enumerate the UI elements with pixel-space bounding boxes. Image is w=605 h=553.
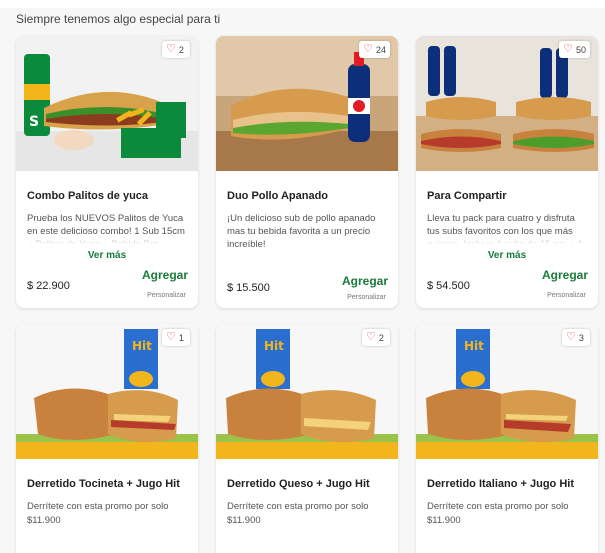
heart-outline-icon: ♡ — [566, 331, 576, 343]
product-description: Prueba los NUEVOS Palitos de Yuca en est… — [27, 212, 189, 244]
promo-price: $11.900 — [27, 515, 61, 526]
heart-outline-icon: ♡ — [563, 43, 573, 55]
customize-link[interactable]: Personalizar — [347, 294, 386, 301]
see-more-link[interactable]: Ver más — [16, 250, 198, 261]
product-name: Derretido Queso + Jugo Hit — [227, 478, 370, 490]
svg-text:Hit: Hit — [264, 339, 284, 353]
likes-count: 24 — [375, 44, 386, 55]
customize-link[interactable]: Personalizar — [147, 292, 186, 299]
product-card-derretido-tocineta[interactable]: Hit ♡ 1 Derretido Tocineta + Jugo Hit De… — [16, 324, 198, 553]
promo-price: $11.900 — [427, 515, 461, 526]
svg-text:S: S — [29, 114, 39, 130]
section-title: Siempre tenemos algo especial para ti — [16, 12, 221, 26]
product-card-derretido-queso[interactable]: Hit ♡ 2 Derretido Queso + Jugo Hit Derrí… — [216, 324, 398, 553]
product-name: Derretido Tocineta + Jugo Hit — [27, 478, 180, 490]
product-description: Derrítete con esta promo por solo — [27, 501, 169, 512]
likes-count: 2 — [378, 332, 384, 343]
favorite-button[interactable]: ♡ 2 — [362, 329, 390, 346]
top-strip — [0, 0, 605, 8]
product-card-derretido-italiano[interactable]: Hit ♡ 3 Derretido Italiano + Jugo Hit De… — [416, 324, 598, 553]
product-price: $ 22.900 — [27, 280, 70, 292]
product-name: Duo Pollo Apanado — [227, 190, 329, 202]
favorite-button[interactable]: ♡ 24 — [359, 41, 390, 58]
favorite-button[interactable]: ♡ 3 — [562, 329, 590, 346]
likes-count: 3 — [578, 332, 584, 343]
favorite-button[interactable]: ♡ 2 — [162, 41, 190, 58]
product-description: Derrítete con esta promo por solo — [227, 501, 369, 512]
product-card-duo-pollo[interactable]: ♡ 24 Duo Pollo Apanado ¡Un delicioso sub… — [216, 36, 398, 308]
add-button[interactable]: Agregar — [142, 268, 188, 282]
favorite-button[interactable]: ♡ 50 — [559, 41, 590, 58]
likes-count: 2 — [178, 44, 184, 55]
heart-outline-icon: ♡ — [366, 331, 376, 343]
svg-text:Hit: Hit — [132, 339, 152, 353]
svg-text:Hit: Hit — [464, 339, 484, 353]
likes-count: 1 — [178, 332, 184, 343]
heart-outline-icon: ♡ — [363, 43, 373, 55]
add-button[interactable]: Agregar — [542, 268, 588, 282]
product-description: ¡Un delicioso sub de pollo apanado mas t… — [227, 213, 376, 250]
product-name: Combo Palitos de yuca — [27, 190, 149, 202]
heart-outline-icon: ♡ — [166, 43, 176, 55]
customize-link[interactable]: Personalizar — [547, 292, 586, 299]
product-price: $ 15.500 — [227, 282, 270, 294]
product-description: Derrítete con esta promo por solo — [427, 501, 569, 512]
add-button[interactable]: Agregar — [342, 274, 388, 288]
product-name: Derretido Italiano + Jugo Hit — [427, 478, 574, 490]
see-more-link[interactable]: Ver más — [416, 250, 598, 261]
product-card-para-compartir[interactable]: ♡ 50 Para Compartir Lleva tu pack para c… — [416, 36, 598, 308]
favorite-button[interactable]: ♡ 1 — [162, 329, 190, 346]
product-description: Lleva tu pack para cuatro y disfruta tus… — [427, 212, 589, 244]
product-name: Para Compartir — [427, 190, 507, 202]
likes-count: 50 — [575, 44, 586, 55]
promo-price: $11.900 — [227, 515, 261, 526]
product-card-combo-palitos[interactable]: S ♡ 2 Combo Palitos de yuca Prueba los N… — [16, 36, 198, 308]
heart-outline-icon: ♡ — [166, 331, 176, 343]
product-price: $ 54.500 — [427, 280, 470, 292]
